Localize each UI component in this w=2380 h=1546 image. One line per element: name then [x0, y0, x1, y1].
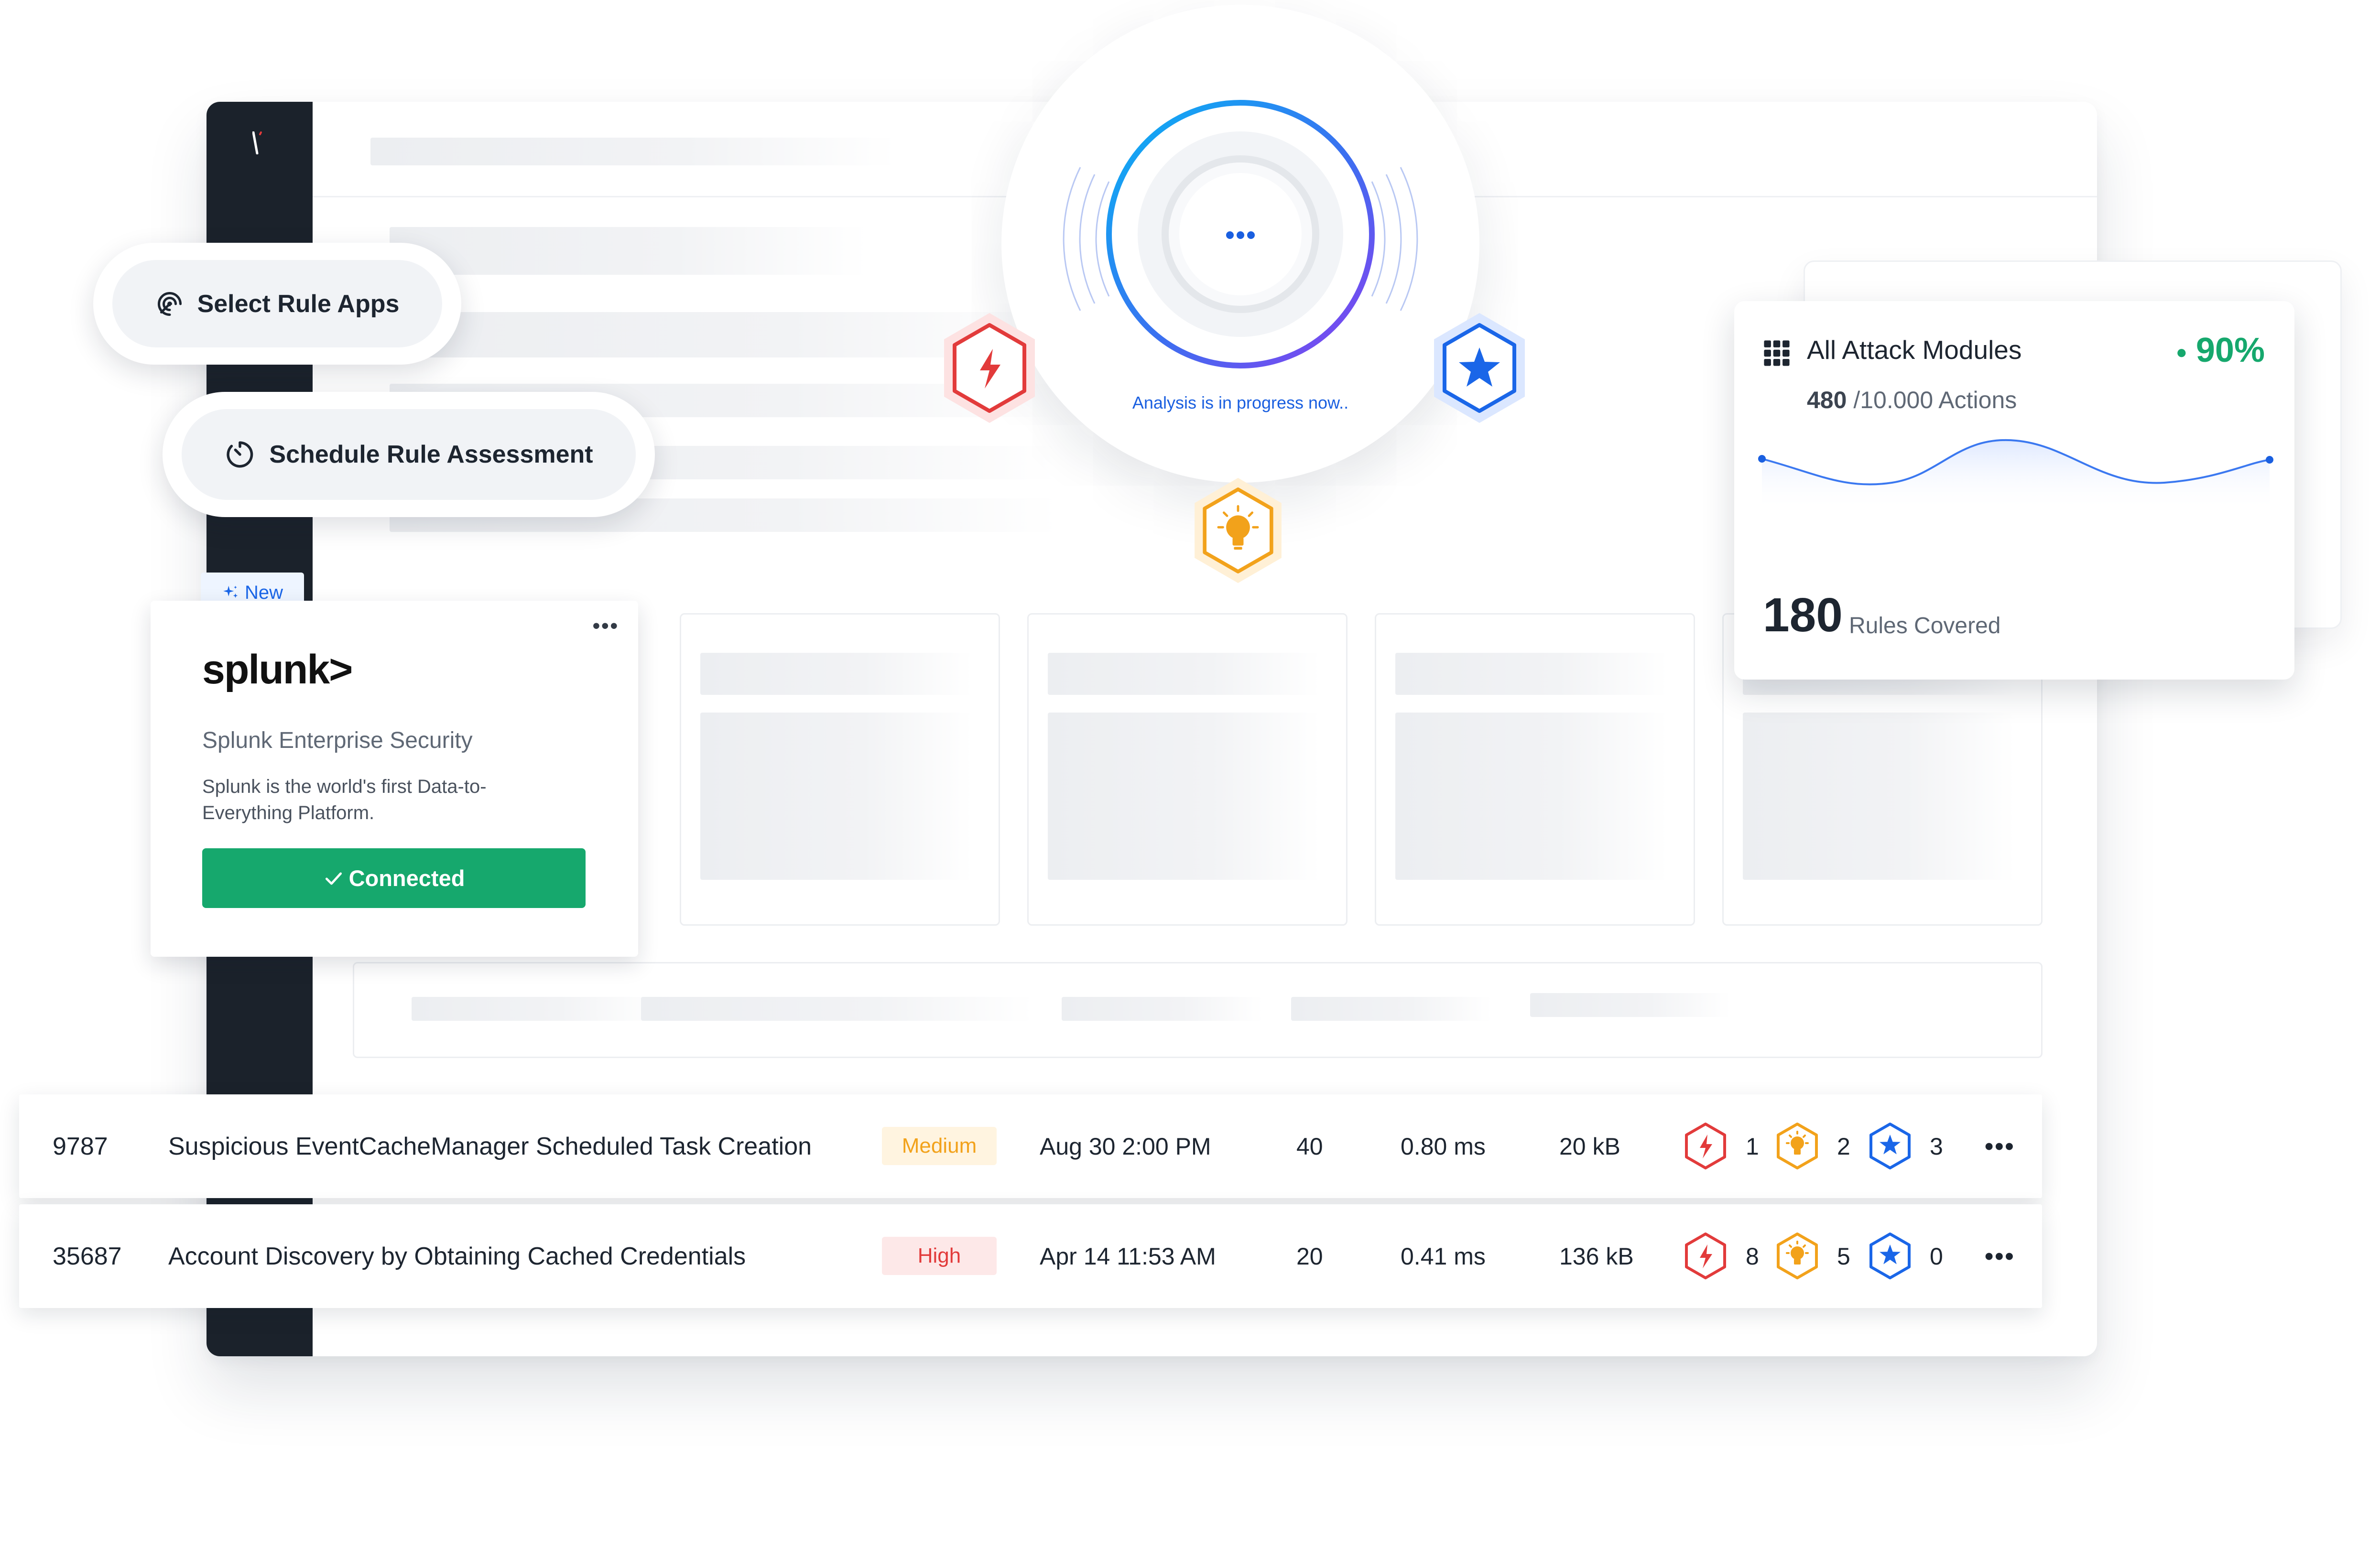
splunk-logo-text: splunk>	[202, 647, 353, 692]
splunk-logo: splunk>	[202, 646, 353, 693]
more-icon[interactable]: •••	[1985, 1094, 2015, 1198]
integration-description: Splunk is the world's first Data-to-Ever…	[202, 776, 487, 823]
rule-size: 136 kB	[1559, 1243, 1634, 1270]
app-logo	[252, 131, 262, 154]
status-dot-icon: ●	[2175, 342, 2187, 363]
more-icon[interactable]: •••	[1985, 1204, 2015, 1308]
severity-badge: Medium	[882, 1127, 997, 1165]
schedule-rule-assessment-inner: Schedule Rule Assessment	[182, 409, 636, 500]
bolt-count: 8	[1746, 1243, 1759, 1270]
analysis-dot	[1226, 231, 1234, 239]
rule-name: Suspicious EventCacheManager Scheduled T…	[168, 1132, 812, 1160]
attack-modules-title: All Attack Modules	[1807, 335, 2022, 365]
placeholder-filter-bar	[353, 962, 2043, 1058]
bolt-count: 1	[1746, 1133, 1759, 1160]
integration-title: Splunk Enterprise Security	[202, 728, 473, 753]
bulb-hexagon-icon	[1777, 1232, 1818, 1279]
bulb-count: 5	[1837, 1243, 1850, 1270]
bulb-count: 2	[1837, 1133, 1850, 1160]
connected-button[interactable]: Connected	[202, 848, 586, 908]
analysis-dot	[1247, 231, 1255, 239]
placeholder-card	[680, 613, 1000, 926]
new-badge-label: New	[244, 582, 283, 603]
header-placeholder	[370, 138, 896, 165]
table-row[interactable]: 9787 Suspicious EventCacheManager Schedu…	[19, 1094, 2042, 1198]
more-icon[interactable]: •••	[593, 614, 619, 638]
bolt-hexagon-icon	[944, 313, 1035, 423]
check-icon	[325, 872, 342, 885]
select-rule-apps-button[interactable]: Select Rule Apps	[93, 243, 461, 365]
sparkle-icon	[223, 585, 238, 598]
select-rule-apps-label: Select Rule Apps	[197, 290, 400, 318]
schedule-rule-assessment-button[interactable]: Schedule Rule Assessment	[163, 392, 655, 517]
actions-count: 480	[1807, 387, 1847, 413]
rule-count: 20	[1296, 1243, 1323, 1270]
star-hexagon-icon	[1869, 1232, 1911, 1279]
star-count: 0	[1930, 1243, 1943, 1270]
analysis-dot	[1237, 231, 1244, 239]
timer-icon	[227, 441, 253, 468]
table-row[interactable]: 35687 Account Discovery by Obtaining Cac…	[19, 1204, 2042, 1308]
rule-date: Apr 14 11:53 AM	[1040, 1243, 1216, 1270]
rule-size: 20 kB	[1559, 1133, 1620, 1160]
actions-sparkline	[1758, 439, 2273, 511]
rule-duration: 0.41 ms	[1401, 1243, 1486, 1270]
rule-id: 9787	[53, 1132, 108, 1160]
bolt-hexagon-icon	[1685, 1123, 1726, 1169]
analysis-status: Analysis is in progress now..	[1132, 393, 1349, 412]
rule-name: Account Discovery by Obtaining Cached Cr…	[168, 1242, 746, 1270]
schedule-rule-assessment-label: Schedule Rule Assessment	[269, 441, 593, 468]
actions-total: /10.000 Actions	[1853, 387, 2017, 413]
bulb-hexagon-icon	[1195, 478, 1282, 583]
placeholder-card	[1027, 613, 1348, 926]
rules-label: Rules Covered	[1849, 613, 2001, 638]
select-rule-apps-inner: Select Rule Apps	[112, 260, 442, 347]
grid-icon	[1764, 340, 1790, 366]
bolt-hexagon-icon	[1685, 1232, 1726, 1279]
bulb-hexagon-icon	[1777, 1123, 1818, 1169]
attack-modules-percent: ● 90%	[2175, 331, 2265, 369]
spiral-icon	[157, 292, 182, 316]
star-count: 3	[1930, 1133, 1943, 1160]
rule-id: 35687	[53, 1242, 122, 1270]
splunk-integration-card: ••• splunk> Splunk Enterprise Security S…	[151, 601, 638, 957]
severity-badge: High	[882, 1237, 997, 1275]
rule-count: 40	[1296, 1133, 1323, 1160]
content-placeholder	[390, 227, 868, 275]
placeholder-card	[1375, 613, 1695, 926]
rule-date: Aug 30 2:00 PM	[1040, 1133, 1211, 1160]
rule-duration: 0.80 ms	[1401, 1133, 1486, 1160]
attack-modules-actions: 480 /10.000 Actions	[1807, 386, 2017, 414]
attack-modules-card: All Attack Modules ● 90% 480 /10.000 Acti…	[1734, 301, 2294, 680]
star-hexagon-icon	[1434, 313, 1525, 423]
rules-count: 180	[1763, 588, 1843, 642]
connected-label: Connected	[348, 865, 465, 891]
star-hexagon-icon	[1869, 1123, 1911, 1169]
